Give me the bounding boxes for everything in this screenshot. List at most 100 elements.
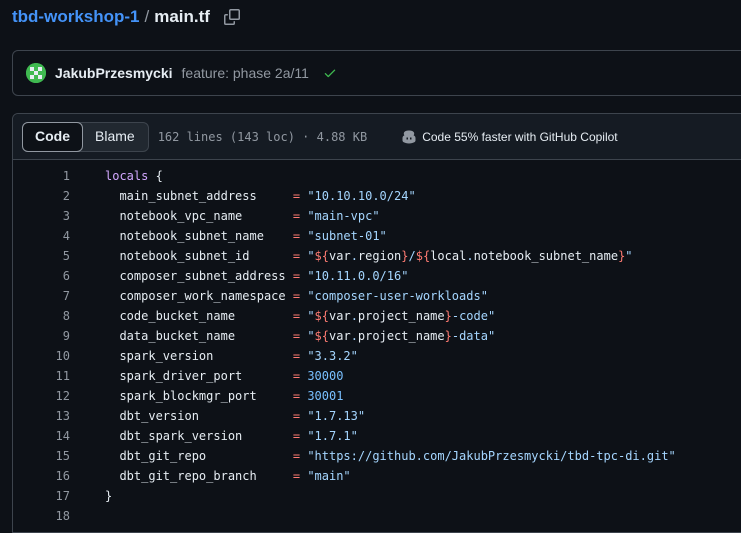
code-token: region	[357, 249, 402, 263]
code-token: =	[292, 409, 301, 423]
code-token: "	[307, 309, 315, 323]
code-line: 4 notebook_subnet_name = "subnet-01"	[13, 226, 741, 246]
code-line: 13 dbt_version = "1.7.13"	[13, 406, 741, 426]
code-line: 18	[13, 506, 741, 526]
code-token: }	[444, 329, 452, 343]
code-token: =	[292, 329, 301, 343]
line-number[interactable]: 16	[13, 466, 70, 486]
line-content: dbt_version = "1.7.13"	[105, 406, 365, 426]
code-token: notebook_subnet_name	[473, 249, 619, 263]
line-number[interactable]: 2	[13, 186, 70, 206]
line-number[interactable]: 6	[13, 266, 70, 286]
file-header: Code Blame 162 lines (143 loc) · 4.88 KB…	[13, 114, 741, 160]
check-icon[interactable]	[323, 66, 337, 80]
code-token: project_name	[357, 309, 445, 323]
code-token: =	[292, 429, 301, 443]
line-content: locals {	[105, 166, 163, 186]
code-token: main_subnet_address	[105, 189, 293, 203]
line-number[interactable]: 10	[13, 346, 70, 366]
code-token: var	[329, 309, 351, 323]
commit-message[interactable]: feature: phase 2a/11	[182, 65, 309, 81]
code-token: }	[401, 249, 409, 263]
code-token: {	[148, 169, 163, 183]
line-number[interactable]: 17	[13, 486, 70, 506]
code-token: "main-vpc"	[307, 209, 380, 223]
code-token: var	[329, 329, 351, 343]
code-token: var	[329, 249, 351, 263]
code-line: 3 notebook_vpc_name = "main-vpc"	[13, 206, 741, 226]
line-number[interactable]: 12	[13, 386, 70, 406]
code-token: "1.7.1"	[307, 429, 358, 443]
code-token: notebook_subnet_id	[105, 249, 293, 263]
code-token: =	[292, 469, 301, 483]
code-token: =	[292, 189, 301, 203]
code-token: dbt_git_repo	[105, 449, 293, 463]
code-token: 30000	[307, 369, 344, 383]
avatar[interactable]	[26, 63, 46, 83]
copilot-icon	[402, 130, 416, 143]
line-content: spark_blockmgr_port = 30001	[105, 386, 343, 406]
code-token: /	[408, 249, 416, 263]
line-number[interactable]: 8	[13, 306, 70, 326]
code-line: 8 code_bucket_name = "${var.project_name…	[13, 306, 741, 326]
breadcrumb: tbd-workshop-1 / main.tf	[12, 7, 240, 27]
code-token: =	[292, 209, 301, 223]
repo-link[interactable]: tbd-workshop-1	[12, 7, 140, 27]
code-token: "10.11.0.0/16"	[307, 269, 409, 283]
code-token: =	[292, 349, 301, 363]
code-line: 7 composer_work_namespace = "composer-us…	[13, 286, 741, 306]
line-number[interactable]: 15	[13, 446, 70, 466]
line-content: notebook_vpc_name = "main-vpc"	[105, 206, 380, 226]
line-number[interactable]: 9	[13, 326, 70, 346]
line-number[interactable]: 4	[13, 226, 70, 246]
line-content: spark_driver_port = 30000	[105, 366, 343, 386]
code-token: spark_blockmgr_port	[105, 389, 293, 403]
code-token: "subnet-01"	[307, 229, 387, 243]
code-line: 9 data_bucket_name = "${var.project_name…	[13, 326, 741, 346]
code-token: "10.10.10.0/24"	[307, 189, 416, 203]
code-token: dbt_spark_version	[105, 429, 293, 443]
code-token: notebook_subnet_name	[105, 229, 293, 243]
line-number[interactable]: 7	[13, 286, 70, 306]
code-token: =	[292, 249, 301, 263]
line-number[interactable]: 18	[13, 506, 70, 526]
line-content: composer_work_namespace = "composer-user…	[105, 286, 488, 306]
line-number[interactable]: 3	[13, 206, 70, 226]
line-number[interactable]: 13	[13, 406, 70, 426]
code-view: 1 locals {2 main_subnet_address = "10.10.…	[13, 166, 741, 526]
code-token: spark_driver_port	[105, 369, 293, 383]
code-token: locals	[105, 169, 149, 183]
file-viewer: Code Blame 162 lines (143 loc) · 4.88 KB…	[12, 113, 741, 533]
tab-blame[interactable]: Blame	[82, 123, 148, 151]
code-token: .	[350, 329, 358, 343]
code-line: 1 locals {	[13, 166, 741, 186]
code-token: code_bucket_name	[105, 309, 293, 323]
code-token: =	[292, 389, 301, 403]
file-meta: 162 lines (143 loc) · 4.88 KB	[157, 129, 368, 144]
code-token: project_name	[357, 329, 445, 343]
code-line: 6 composer_subnet_address = "10.11.0.0/1…	[13, 266, 741, 286]
code-line: 10 spark_version = "3.3.2"	[13, 346, 741, 366]
copy-path-icon[interactable]	[223, 9, 240, 25]
copilot-text: Code 55% faster with GitHub Copilot	[422, 129, 618, 144]
code-token: "composer-user-workloads"	[307, 289, 488, 303]
code-token: .	[350, 309, 358, 323]
line-content: dbt_git_repo = "https://github.com/Jakub…	[105, 446, 675, 466]
line-number[interactable]: 5	[13, 246, 70, 266]
line-content: main_subnet_address = "10.10.10.0/24"	[105, 186, 416, 206]
code-token: "3.3.2"	[307, 349, 358, 363]
code-token: ${	[314, 309, 329, 323]
code-token: ${	[314, 249, 329, 263]
line-number[interactable]: 1	[13, 166, 70, 186]
line-number[interactable]: 11	[13, 366, 70, 386]
breadcrumb-separator: /	[144, 7, 150, 26]
code-token: "	[625, 249, 633, 263]
code-token: "main"	[307, 469, 351, 483]
line-number[interactable]: 14	[13, 426, 70, 446]
commit-author[interactable]: JakubPrzesmycki	[55, 65, 173, 81]
code-token: dbt_version	[105, 409, 293, 423]
copilot-promo[interactable]: Code 55% faster with GitHub Copilot	[401, 129, 618, 145]
tab-code[interactable]: Code	[22, 121, 83, 152]
code-token: -code"	[451, 309, 496, 323]
code-token: ${	[314, 329, 329, 343]
